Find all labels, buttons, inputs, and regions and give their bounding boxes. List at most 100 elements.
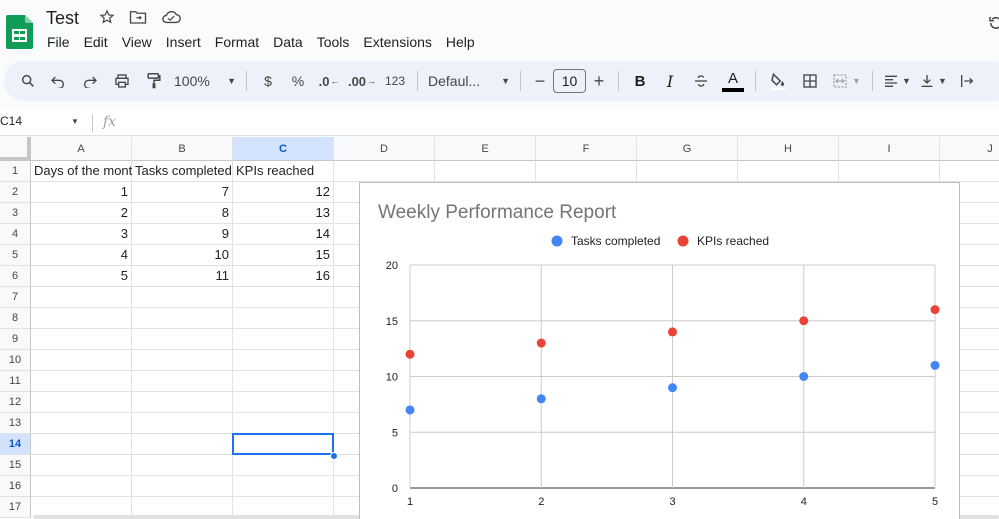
cell-a5[interactable]: 4 xyxy=(31,245,132,265)
decrease-font-size-button[interactable]: − xyxy=(527,67,553,95)
row-header-6[interactable]: 6 xyxy=(0,266,31,287)
cloud-saved-icon[interactable] xyxy=(161,9,181,25)
column-header-b[interactable]: B xyxy=(132,137,233,161)
column-header-c[interactable]: C xyxy=(233,137,334,161)
zoom-select[interactable]: 100% ▼ xyxy=(170,67,240,95)
cell-a2[interactable]: 1 xyxy=(31,182,132,202)
cell-b5[interactable]: 10 xyxy=(132,245,233,265)
fill-color-button[interactable] xyxy=(762,67,794,95)
search-menus-button[interactable] xyxy=(14,67,42,95)
horizontal-align-button[interactable]: ▼ xyxy=(879,67,915,95)
currency-format-button[interactable]: $ xyxy=(253,67,283,95)
row-header-16[interactable]: 16 xyxy=(0,476,31,497)
italic-button[interactable]: I xyxy=(655,67,685,95)
cell-b6[interactable]: 11 xyxy=(132,266,233,286)
paint-format-button[interactable] xyxy=(138,67,170,95)
y-tick-label: 10 xyxy=(386,372,398,384)
borders-icon xyxy=(803,74,817,88)
font-size-input[interactable]: 10 xyxy=(553,69,586,93)
more-formats-button[interactable]: 123 xyxy=(379,67,411,95)
sheets-logo-icon[interactable] xyxy=(6,15,33,49)
row-header-15[interactable]: 15 xyxy=(0,455,31,476)
cell-a4[interactable]: 3 xyxy=(31,224,132,244)
column-header-i[interactable]: I xyxy=(839,137,940,161)
cell-c2[interactable]: 12 xyxy=(233,182,334,202)
menu-data[interactable]: Data xyxy=(273,33,303,51)
text-wrap-icon xyxy=(961,75,974,87)
row-header-17[interactable]: 17 xyxy=(0,497,31,518)
cell-b1[interactable]: Tasks completed xyxy=(132,161,233,181)
history-icon[interactable] xyxy=(987,14,999,32)
menu-help[interactable]: Help xyxy=(446,33,475,51)
chevron-down-icon[interactable]: ▼ xyxy=(71,117,79,126)
undo-button[interactable] xyxy=(42,67,74,95)
row-header-2[interactable]: 2 xyxy=(0,182,31,203)
chevron-down-icon: ▼ xyxy=(227,76,236,86)
column-header-g[interactable]: G xyxy=(637,137,738,161)
menu-tools[interactable]: Tools xyxy=(317,33,350,51)
menu-insert[interactable]: Insert xyxy=(166,33,201,51)
print-button[interactable] xyxy=(106,67,138,95)
row-header-8[interactable]: 8 xyxy=(0,308,31,329)
column-header-e[interactable]: E xyxy=(435,137,536,161)
row-header-4[interactable]: 4 xyxy=(0,224,31,245)
row-header-13[interactable]: 13 xyxy=(0,413,31,434)
selected-cell-c14[interactable] xyxy=(232,433,334,455)
scatter-chart[interactable]: Weekly Performance Report Tasks complete… xyxy=(359,182,960,519)
merge-cells-button[interactable]: ▼ xyxy=(826,67,866,95)
menu-edit[interactable]: Edit xyxy=(84,33,108,51)
cell-a3[interactable]: 2 xyxy=(31,203,132,223)
cell-a6[interactable]: 5 xyxy=(31,266,132,286)
fill-handle[interactable] xyxy=(330,452,338,460)
cell-c4[interactable]: 14 xyxy=(233,224,334,244)
font-select[interactable]: Defaul... ▼ xyxy=(424,67,514,95)
data-point-kpis xyxy=(799,316,809,326)
plot-area: 0 5 10 15 20 1 2 3 4 5 xyxy=(386,260,940,508)
cell-c1[interactable]: KPIs reached xyxy=(233,161,334,181)
column-header-h[interactable]: H xyxy=(738,137,839,161)
cell-b4[interactable]: 9 xyxy=(132,224,233,244)
text-color-button[interactable]: A xyxy=(717,67,749,95)
menu-extensions[interactable]: Extensions xyxy=(363,33,431,51)
text-wrapping-button[interactable] xyxy=(951,67,983,95)
decrease-decimal-button[interactable]: .0 ← xyxy=(313,67,345,95)
undo-icon xyxy=(51,76,64,88)
strikethrough-button[interactable] xyxy=(685,67,717,95)
borders-button[interactable] xyxy=(794,67,826,95)
menu-file[interactable]: File xyxy=(47,33,70,51)
row-header-14[interactable]: 14 xyxy=(0,434,31,455)
cell-b3[interactable]: 8 xyxy=(132,203,233,223)
star-icon[interactable] xyxy=(99,9,115,25)
move-to-folder-icon[interactable] xyxy=(129,9,147,25)
select-all-corner[interactable] xyxy=(0,137,31,161)
row-header-10[interactable]: 10 xyxy=(0,350,31,371)
increase-decimal-button[interactable]: .00 → xyxy=(345,67,379,95)
cell-c5[interactable]: 15 xyxy=(233,245,334,265)
bold-button[interactable]: B xyxy=(625,67,655,95)
vertical-align-button[interactable]: ▼ xyxy=(915,67,951,95)
x-tick-label: 2 xyxy=(538,496,544,508)
row-header-5[interactable]: 5 xyxy=(0,245,31,266)
row-header-3[interactable]: 3 xyxy=(0,203,31,224)
cell-c3[interactable]: 13 xyxy=(233,203,334,223)
row-header-9[interactable]: 9 xyxy=(0,329,31,350)
document-title[interactable]: Test xyxy=(46,8,79,29)
redo-button[interactable] xyxy=(74,67,106,95)
cell-b2[interactable]: 7 xyxy=(132,182,233,202)
row-header-11[interactable]: 11 xyxy=(0,371,31,392)
spreadsheet-grid[interactable]: A B C D E F G H I J 1 2 3 4 5 6 7 8 9 10… xyxy=(0,137,999,519)
row-header-1[interactable]: 1 xyxy=(0,161,31,182)
column-header-d[interactable]: D xyxy=(334,137,435,161)
percent-format-button[interactable]: % xyxy=(283,67,313,95)
column-header-j[interactable]: J xyxy=(940,137,999,161)
column-header-a[interactable]: A xyxy=(31,137,132,161)
row-header-12[interactable]: 12 xyxy=(0,392,31,413)
cell-a1[interactable]: Days of the month xyxy=(31,161,132,181)
menu-view[interactable]: View xyxy=(122,33,152,51)
increase-font-size-button[interactable]: + xyxy=(586,67,612,95)
cell-c6[interactable]: 16 xyxy=(233,266,334,286)
name-box[interactable]: C14 xyxy=(0,114,22,128)
row-header-7[interactable]: 7 xyxy=(0,287,31,308)
column-header-f[interactable]: F xyxy=(536,137,637,161)
menu-format[interactable]: Format xyxy=(215,33,259,51)
